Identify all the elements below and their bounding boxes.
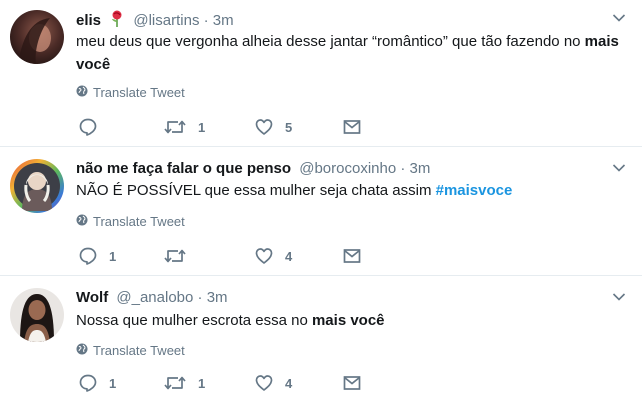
tweet[interactable]: elis @lisartins · 3m meu deus que vergon… bbox=[0, 0, 642, 147]
display-name[interactable]: Wolf bbox=[76, 289, 108, 306]
reply-icon bbox=[78, 373, 98, 393]
separator-dot: · bbox=[197, 289, 203, 306]
reply-button[interactable] bbox=[78, 117, 109, 137]
like-button[interactable]: 5 bbox=[254, 117, 292, 137]
tweet-header: não me faça falar o que penso @borocoxin… bbox=[76, 160, 430, 178]
globe-icon bbox=[76, 343, 88, 358]
retweet-button[interactable]: 1 bbox=[163, 373, 205, 393]
tweet-text: Nossa que mulher escrota essa no mais vo… bbox=[76, 309, 621, 332]
reply-button[interactable]: 1 bbox=[78, 246, 116, 266]
tweet[interactable]: Wolf @_analobo · 3m Nossa que mulher esc… bbox=[0, 276, 642, 400]
tweet-text-part: Nossa que mulher escrota essa no bbox=[76, 312, 312, 329]
avatar[interactable] bbox=[10, 10, 64, 64]
retweet-button[interactable] bbox=[163, 246, 198, 266]
retweet-icon bbox=[163, 246, 187, 266]
chevron-down-icon[interactable] bbox=[612, 289, 626, 307]
retweet-count: 1 bbox=[198, 119, 206, 135]
direct-message-button[interactable] bbox=[342, 373, 362, 393]
tweet-header: Wolf @_analobo · 3m bbox=[76, 289, 228, 307]
tweet-actions: 1 4 bbox=[76, 246, 376, 268]
translate-label[interactable]: Translate Tweet bbox=[93, 85, 185, 100]
tweet-text: meu deus que vergonha alheia desse janta… bbox=[76, 30, 621, 76]
translate-tweet-link[interactable]: Translate Tweet bbox=[76, 214, 185, 229]
timestamp[interactable]: 3m bbox=[213, 12, 234, 29]
retweet-count: 1 bbox=[198, 375, 206, 391]
timestamp[interactable]: 3m bbox=[207, 289, 228, 306]
message-icon bbox=[342, 246, 362, 266]
like-count: 5 bbox=[285, 119, 293, 135]
retweet-icon bbox=[163, 117, 187, 137]
like-icon bbox=[254, 373, 274, 393]
translate-tweet-link[interactable]: Translate Tweet bbox=[76, 85, 185, 100]
translate-label[interactable]: Translate Tweet bbox=[93, 343, 185, 358]
like-count: 4 bbox=[285, 248, 293, 264]
reply-count: 1 bbox=[109, 375, 117, 391]
like-button[interactable]: 4 bbox=[254, 373, 292, 393]
direct-message-button[interactable] bbox=[342, 246, 362, 266]
like-icon bbox=[254, 117, 274, 137]
chevron-down-icon[interactable] bbox=[612, 160, 626, 178]
reply-button[interactable]: 1 bbox=[78, 373, 116, 393]
message-icon bbox=[342, 373, 362, 393]
direct-message-button[interactable] bbox=[342, 117, 362, 137]
like-button[interactable]: 4 bbox=[254, 246, 292, 266]
hashtag-link[interactable]: #maisvoce bbox=[436, 182, 513, 199]
username[interactable]: @lisartins bbox=[133, 12, 199, 29]
globe-icon bbox=[76, 214, 88, 229]
tweet-actions: 1 1 4 bbox=[76, 373, 376, 395]
globe-icon bbox=[76, 85, 88, 100]
reply-count: 1 bbox=[109, 248, 117, 264]
reply-icon bbox=[78, 117, 98, 137]
tweet[interactable]: não me faça falar o que penso @borocoxin… bbox=[0, 147, 642, 276]
like-icon bbox=[254, 246, 274, 266]
translate-label[interactable]: Translate Tweet bbox=[93, 214, 185, 229]
display-name[interactable]: não me faça falar o que penso bbox=[76, 160, 291, 177]
separator-dot: · bbox=[203, 12, 209, 29]
tweet-text-part: meu deus que vergonha alheia desse janta… bbox=[76, 33, 585, 50]
avatar[interactable] bbox=[10, 288, 64, 342]
tweet-actions: 1 5 bbox=[76, 117, 376, 139]
display-name[interactable]: elis bbox=[76, 12, 101, 29]
tweet-text-part: NÃO É POSSÍVEL que essa mulher seja chat… bbox=[76, 182, 436, 199]
avatar[interactable] bbox=[10, 159, 64, 213]
tweet-text-bold: mais você bbox=[311, 312, 385, 329]
reply-icon bbox=[78, 246, 98, 266]
separator-dot: · bbox=[400, 160, 406, 177]
username[interactable]: @_analobo bbox=[116, 289, 193, 306]
username[interactable]: @borocoxinho bbox=[299, 160, 396, 177]
timestamp[interactable]: 3m bbox=[410, 160, 431, 177]
like-count: 4 bbox=[285, 375, 293, 391]
tweet-text: NÃO É POSSÍVEL que essa mulher seja chat… bbox=[76, 179, 621, 202]
chevron-down-icon[interactable] bbox=[612, 10, 626, 28]
retweet-icon bbox=[163, 373, 187, 393]
retweet-button[interactable]: 1 bbox=[163, 117, 205, 137]
translate-tweet-link[interactable]: Translate Tweet bbox=[76, 343, 185, 358]
message-icon bbox=[342, 117, 362, 137]
